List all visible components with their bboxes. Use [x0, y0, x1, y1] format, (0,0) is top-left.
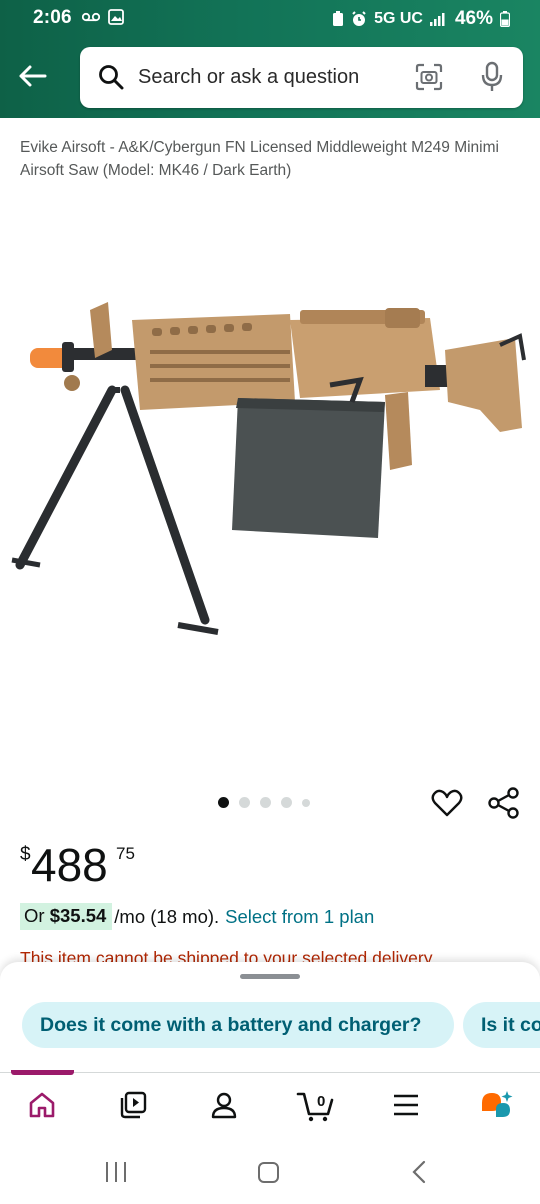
sheet-handle[interactable] — [240, 974, 300, 979]
nav-account[interactable] — [204, 1087, 244, 1123]
product-title[interactable]: Evike Airsoft - A&K/Cybergun FN Licensed… — [20, 136, 525, 182]
home-button[interactable] — [258, 1162, 279, 1183]
cart-count: 0 — [317, 1093, 325, 1110]
box-magazine — [232, 398, 385, 538]
monthly-amount: $35.54 — [49, 905, 107, 926]
alarm-icon — [352, 11, 366, 26]
carousel-dot[interactable] — [239, 797, 250, 808]
status-left-icons — [82, 9, 124, 25]
price-symbol: $ — [20, 844, 31, 865]
active-tab-indicator — [11, 1070, 74, 1075]
battery-icon — [500, 11, 510, 27]
status-right-icons: 5G UC 46% — [332, 8, 510, 30]
status-time: 2:06 — [33, 7, 72, 28]
select-plan-link[interactable]: Select from 1 plan — [225, 906, 374, 928]
price-fraction: 75 — [116, 844, 135, 863]
nav-inspire[interactable] — [113, 1087, 153, 1123]
monthly-pill: Or $35.54 — [20, 903, 113, 930]
share-button[interactable] — [487, 786, 521, 820]
gallery-icon — [108, 9, 124, 25]
home-icon — [29, 1092, 55, 1118]
price-whole: 488 — [31, 839, 108, 891]
nav-cart[interactable]: 0 — [296, 1087, 336, 1123]
wishlist-button[interactable] — [430, 786, 464, 820]
inspire-icon — [120, 1091, 147, 1119]
app-screen: 2:06 5G UC 46% Search or ask a question — [0, 0, 540, 1204]
carousel-dot[interactable] — [218, 797, 229, 808]
network-label: 5G UC — [374, 10, 423, 27]
voicemail-icon — [82, 12, 100, 22]
back-arrow-icon — [19, 65, 47, 87]
nav-rufus[interactable] — [477, 1087, 517, 1123]
nav-home[interactable] — [22, 1087, 62, 1123]
battery-percent: 46% — [454, 8, 493, 29]
carousel-dots[interactable] — [218, 797, 310, 808]
suggestion-chip[interactable]: Does it come with a battery and charger? — [22, 1002, 454, 1048]
carousel-dot[interactable] — [302, 798, 310, 807]
signal-icon — [429, 13, 445, 26]
search-input[interactable]: Search or ask a question — [138, 66, 359, 89]
share-icon — [488, 787, 519, 819]
stock — [445, 338, 522, 432]
suggestion-sheet: Does it come with a battery and charger?… — [0, 962, 540, 1072]
carousel-dot[interactable] — [281, 797, 292, 808]
search-bar[interactable]: Search or ask a question — [80, 47, 523, 108]
battery-saver-icon — [333, 11, 344, 26]
header-band: 2:06 5G UC 46% Search or ask a question — [0, 0, 540, 118]
suggestion-chip[interactable]: Is it co — [463, 1002, 540, 1048]
receiver — [290, 318, 440, 398]
status-bar: 2:06 5G UC 46% — [0, 0, 540, 38]
monthly-suffix: /mo (18 mo). — [114, 905, 220, 927]
monthly-payment: Or $35.54 /mo (18 mo). Select from 1 pla… — [20, 903, 374, 930]
product-image[interactable] — [0, 280, 540, 650]
carousel-dot[interactable] — [260, 797, 271, 808]
menu-icon — [394, 1094, 418, 1116]
back-button[interactable] — [14, 58, 50, 94]
rufus-icon — [482, 1091, 513, 1117]
recents-button[interactable] — [106, 1162, 126, 1182]
system-nav-bar — [0, 1138, 540, 1204]
system-back-icon[interactable] — [411, 1160, 427, 1184]
bottom-nav: 0 — [0, 1070, 540, 1138]
search-icon — [99, 65, 124, 90]
cart-icon: 0 — [296, 1092, 334, 1122]
heart-icon — [431, 789, 463, 817]
microphone-icon[interactable] — [480, 61, 504, 93]
person-icon — [211, 1092, 237, 1119]
camera-lens-icon[interactable] — [415, 63, 443, 91]
bipod — [11, 385, 219, 635]
nav-menu[interactable] — [386, 1087, 426, 1123]
monthly-prefix: Or — [24, 905, 50, 926]
